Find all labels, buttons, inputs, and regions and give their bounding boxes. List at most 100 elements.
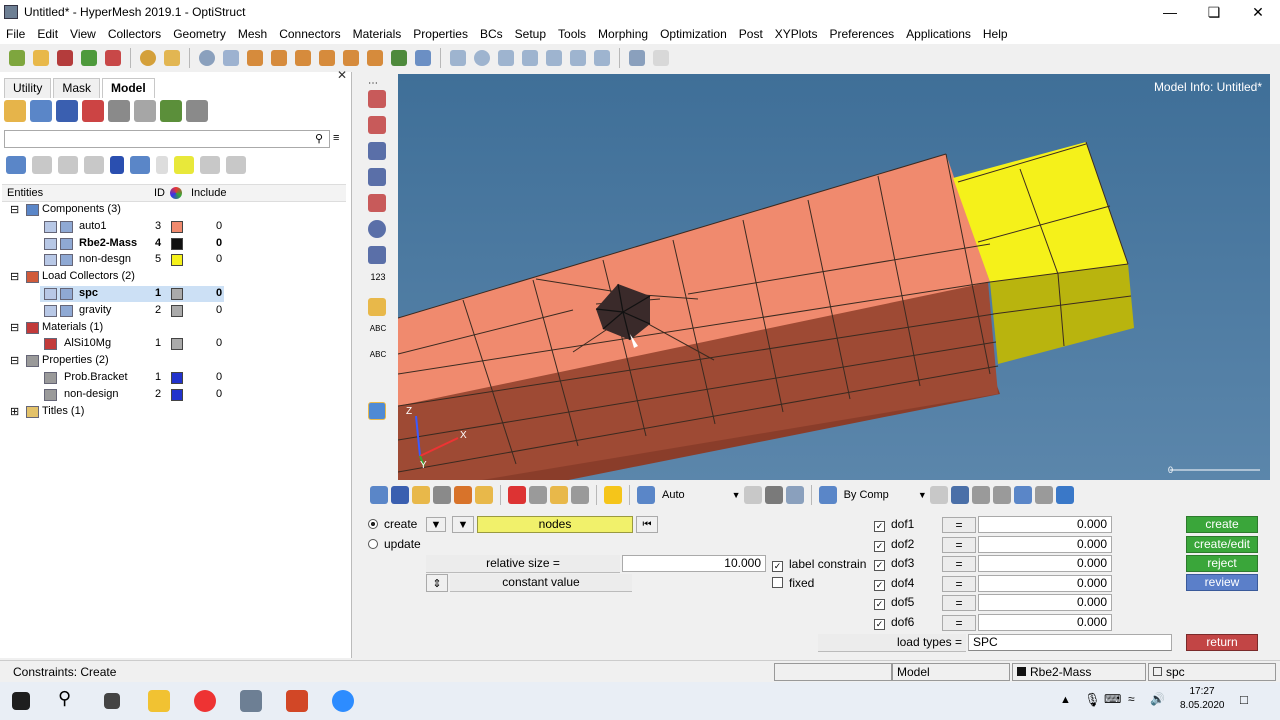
color-swatch[interactable]	[171, 371, 183, 384]
browser-settings-icon[interactable]	[186, 100, 208, 122]
save-model-icon[interactable]	[54, 47, 76, 69]
plane-icon[interactable]	[992, 486, 1011, 504]
return-button[interactable]: return	[1186, 634, 1258, 651]
folder-icon[interactable]	[161, 47, 183, 69]
display-wireframe-icon[interactable]	[368, 168, 388, 188]
wifi-icon[interactable]: ≈	[1128, 692, 1135, 706]
dof4-checkbox[interactable]: ✓ dof4	[874, 576, 914, 591]
dof1-checkbox[interactable]: ✓ dof1	[874, 517, 914, 532]
menu-setup[interactable]: Setup	[509, 27, 552, 41]
display-elements-icon[interactable]	[368, 90, 388, 110]
dof5-value[interactable]: 0.000	[978, 594, 1112, 611]
entity-type-icon[interactable]	[110, 156, 124, 174]
chrome-icon[interactable]	[194, 690, 216, 712]
close-icon[interactable]: ✕	[337, 68, 347, 82]
back-arrow-icon[interactable]	[220, 47, 242, 69]
tab-mask[interactable]: Mask	[53, 78, 101, 98]
browser-sets-icon[interactable]	[160, 100, 182, 122]
chevron-down-icon[interactable]: ▼	[732, 490, 741, 500]
redo-icon[interactable]	[650, 47, 672, 69]
dof1-value[interactable]: 0.000	[978, 516, 1112, 533]
search-icon[interactable]: ⚲	[315, 132, 323, 145]
menu-help[interactable]: Help	[977, 27, 1014, 41]
create-radio[interactable]: create	[368, 517, 417, 531]
monitor-icon[interactable]	[1055, 486, 1074, 504]
dof2-eq[interactable]: =	[942, 537, 976, 553]
pan-vertical-icon[interactable]	[567, 47, 589, 69]
dof3-value[interactable]: 0.000	[978, 555, 1112, 572]
export-icon[interactable]	[102, 47, 124, 69]
color-swatch[interactable]	[171, 304, 183, 317]
highlight-icon[interactable]	[550, 486, 568, 504]
menu-materials[interactable]: Materials	[347, 27, 408, 41]
dof6-value[interactable]: 0.000	[978, 614, 1112, 631]
notification-icon[interactable]: □	[1240, 692, 1248, 707]
header-entities[interactable]: Entities	[7, 187, 43, 199]
color-swatch[interactable]	[171, 388, 183, 401]
expand-icon[interactable]: ≡	[333, 132, 339, 144]
display-bcs-icon[interactable]	[368, 246, 388, 266]
user-profile-icon[interactable]	[137, 47, 159, 69]
numbers-label[interactable]: 123	[368, 272, 388, 292]
browser-load-icon[interactable]	[56, 100, 78, 122]
rotate-icon[interactable]	[591, 47, 613, 69]
zoom-in-icon[interactable]	[471, 47, 493, 69]
unmask-icon[interactable]	[454, 486, 472, 504]
color-swatch[interactable]	[171, 338, 183, 351]
display-ruler-icon[interactable]	[368, 298, 388, 318]
review-button[interactable]: review	[1186, 574, 1258, 591]
chevron-down-icon[interactable]: ▼	[918, 490, 927, 500]
microphone-icon[interactable]: 🎙	[1084, 692, 1101, 708]
tree-item-alsi10mg[interactable]: AlSi10Mg 1 0	[0, 336, 348, 353]
status-model[interactable]: Model	[892, 663, 1010, 681]
by-comp-select[interactable]: By Comp	[844, 489, 889, 501]
dof4-eq[interactable]: =	[942, 576, 976, 592]
menu-preferences[interactable]: Preferences	[823, 27, 900, 41]
menu-collectors[interactable]: Collectors	[102, 27, 167, 41]
tree-item-rbe2-mass[interactable]: Rbe2-Mass 4 0	[0, 236, 348, 253]
zoom-icon[interactable]	[196, 47, 218, 69]
windows-start-icon[interactable]	[12, 692, 30, 710]
color-swatch[interactable]	[171, 237, 183, 250]
menu-file[interactable]: File	[0, 27, 31, 41]
component-color-icon[interactable]	[370, 486, 388, 504]
view-yz-icon[interactable]	[268, 47, 290, 69]
delete-icon[interactable]	[508, 486, 526, 504]
create-button[interactable]: create	[1186, 516, 1258, 533]
relative-size-input[interactable]: 10.000	[622, 555, 766, 572]
keyboard-icon[interactable]: ⌨	[1104, 692, 1121, 706]
reset-selection-button[interactable]: ⏮	[636, 516, 658, 533]
close-icon[interactable]: ✕	[1236, 0, 1280, 24]
view-xy-icon[interactable]	[292, 47, 314, 69]
abc-label[interactable]: ABC	[368, 324, 388, 344]
tree-folder-properties[interactable]: ⊟ Properties (2)	[0, 353, 348, 370]
status-component[interactable]: Rbe2-Mass	[1012, 663, 1146, 681]
auto-select[interactable]: Auto	[662, 489, 685, 501]
tree-item-gravity[interactable]: gravity 2 0	[0, 303, 348, 320]
isolate-icon[interactable]	[58, 156, 78, 174]
display-all-icon[interactable]	[391, 486, 409, 504]
search-input[interactable]: ⚲	[4, 130, 330, 148]
entity-type-dropdown[interactable]: ▼	[452, 516, 474, 533]
view-xz-icon[interactable]	[244, 47, 266, 69]
new-model-icon[interactable]	[6, 47, 28, 69]
tree-folder-materials[interactable]: ⊟ Materials (1)	[0, 320, 348, 337]
dof6-eq[interactable]: =	[942, 615, 976, 631]
view-iso-icon[interactable]	[316, 47, 338, 69]
undo-icon[interactable]	[626, 47, 648, 69]
reject-button[interactable]: reject	[1186, 555, 1258, 572]
shade-icon[interactable]	[529, 486, 547, 504]
toggle-icon[interactable]: ⇕	[426, 574, 448, 592]
status-collector[interactable]: spc	[1148, 663, 1276, 681]
browser-mesh-icon[interactable]	[134, 100, 156, 122]
view-save-icon[interactable]	[412, 47, 434, 69]
view-top-icon[interactable]	[340, 47, 362, 69]
menu-optimization[interactable]: Optimization	[654, 27, 733, 41]
browser-material-icon[interactable]	[82, 100, 104, 122]
filter-icon[interactable]	[32, 156, 52, 174]
model-view[interactable]: Z X Y 0	[398, 74, 1270, 480]
wire-cube-icon[interactable]	[929, 486, 948, 504]
pan-horizontal-icon[interactable]	[543, 47, 565, 69]
view-bottom-icon[interactable]	[364, 47, 386, 69]
abc-label-2[interactable]: ABC	[368, 350, 388, 370]
